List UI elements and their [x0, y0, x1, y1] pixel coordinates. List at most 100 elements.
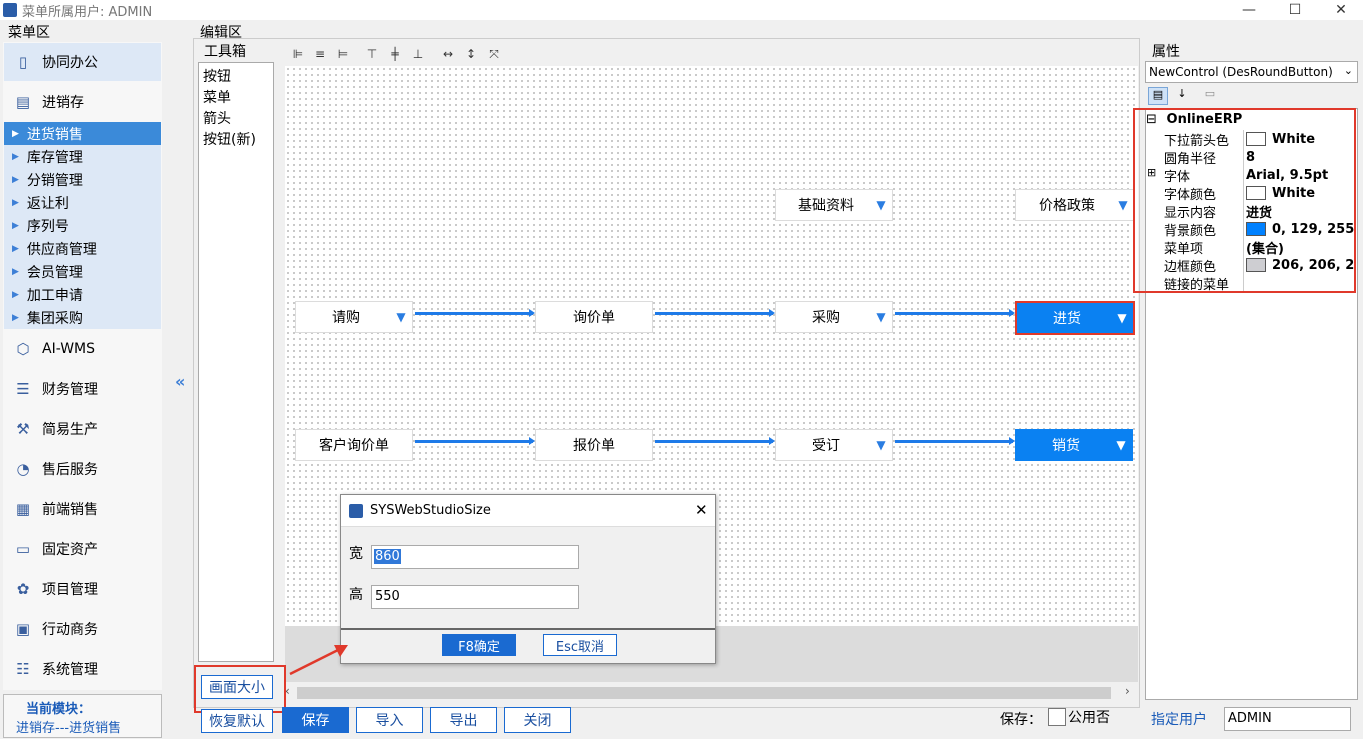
submenu-item[interactable]: ▶ 集团采购 — [4, 306, 161, 329]
flow-arrow[interactable] — [655, 309, 775, 317]
restore-default-button[interactable]: 恢复默认 — [201, 709, 273, 733]
node-label: 基础资料 — [798, 198, 854, 214]
submenu-item[interactable]: ▶ 分销管理 — [4, 168, 161, 191]
align-bottom-icon[interactable]: ⊥ — [410, 46, 426, 62]
toolbox-item[interactable]: 菜单 — [199, 86, 273, 107]
menu-item-label: AI-WMS — [42, 341, 95, 357]
menu-item-label: 固定资产 — [42, 542, 98, 558]
menu-item-frontsales[interactable]: ▦ 前端销售 — [4, 490, 161, 528]
align-right-icon[interactable]: ⊨ — [335, 46, 351, 62]
toolbox-item[interactable]: 按钮(新) — [199, 128, 273, 149]
node-label: 客户询价单 — [319, 438, 389, 454]
node-inquiry[interactable]: 询价单 — [535, 301, 653, 333]
menu-item-label: 售后服务 — [42, 462, 98, 478]
menu-item-label: 进销存 — [42, 95, 84, 111]
properties-label: 属性 — [1152, 44, 1180, 60]
align-center-icon[interactable]: ≡ — [312, 46, 328, 62]
book-icon: ▤ — [15, 93, 31, 111]
scroll-thumb[interactable] — [297, 687, 1111, 699]
node-price-policy[interactable]: 价格政策 ▼ — [1015, 189, 1135, 221]
menu-item-label: 系统管理 — [42, 662, 98, 678]
submenu-item[interactable]: ▶ 会员管理 — [4, 260, 161, 283]
same-width-icon[interactable]: ↔ — [440, 46, 456, 62]
same-size-icon[interactable]: ⤧ — [486, 46, 502, 62]
dialog-close-icon[interactable]: ✕ — [695, 501, 708, 519]
assign-user-value: ADMIN — [1228, 711, 1272, 726]
scroll-right-icon[interactable]: › — [1125, 684, 1130, 698]
public-checkbox[interactable] — [1048, 708, 1066, 726]
object-selector[interactable]: NewControl (DesRoundButton) ⌄ — [1145, 61, 1358, 83]
submenu-item[interactable]: ▶ 返让利 — [4, 191, 161, 214]
node-label: 价格政策 — [1039, 198, 1095, 214]
flow-arrow[interactable] — [895, 309, 1015, 317]
dialog-titlebar: SYSWebStudioSize ✕ — [341, 495, 715, 527]
dialog-ok-button[interactable]: F8确定 — [442, 634, 516, 656]
submenu-item[interactable]: ▶ 进货销售 — [4, 122, 161, 145]
menu-item-jxc[interactable]: ▤ 进销存 — [4, 83, 161, 121]
submenu-item[interactable]: ▶ 序列号 — [4, 214, 161, 237]
categorized-icon[interactable]: ▤ — [1148, 87, 1168, 105]
save-label: 保存： — [1000, 712, 1042, 728]
submenu-item[interactable]: ▶ 加工申请 — [4, 283, 161, 306]
triangle-right-icon: ▶ — [12, 220, 19, 231]
node-order[interactable]: 受订 ▼ — [775, 429, 893, 461]
align-left-icon[interactable]: ⊫ — [290, 46, 306, 62]
triangle-right-icon: ▶ — [12, 197, 19, 208]
toolbox-item[interactable]: 箭头 — [199, 107, 273, 128]
save-button[interactable]: 保存 — [282, 707, 349, 733]
menu-item-production[interactable]: ⚒ 简易生产 — [4, 410, 161, 448]
flow-arrow[interactable] — [655, 437, 775, 445]
dropdown-arrow-icon: ▼ — [396, 310, 406, 324]
canvas-size-button[interactable]: 画面大小 — [201, 675, 273, 699]
height-input[interactable]: 550 — [371, 585, 579, 609]
node-quotation[interactable]: 报价单 — [535, 429, 653, 461]
dropdown-arrow-icon: ▼ — [876, 438, 886, 452]
maximize-icon[interactable]: ☐ — [1272, 0, 1318, 20]
import-button[interactable]: 导入 — [356, 707, 423, 733]
chevron-down-icon: ⌄ — [1343, 64, 1353, 77]
toolbox-item[interactable]: 按钮 — [199, 63, 273, 86]
object-selector-value: NewControl (DesRoundButton) — [1149, 65, 1333, 79]
close-icon[interactable]: ✕ — [1318, 0, 1363, 20]
dialog-cancel-button[interactable]: Esc取消 — [543, 634, 617, 656]
menu-item-collab[interactable]: ▯ 协同办公 — [4, 43, 161, 81]
close-button[interactable]: 关闭 — [504, 707, 571, 733]
export-button[interactable]: 导出 — [430, 707, 497, 733]
node-sales[interactable]: 销货 ▼ — [1015, 429, 1133, 461]
align-top-icon[interactable]: ⊤ — [364, 46, 380, 62]
submenu-item[interactable]: ▶ 库存管理 — [4, 145, 161, 168]
sort-az-icon[interactable]: ↓ — [1172, 87, 1192, 105]
menu-item-assets[interactable]: ▭ 固定资产 — [4, 530, 161, 568]
flow-arrow[interactable] — [415, 309, 535, 317]
node-label: 询价单 — [573, 310, 615, 326]
menu-item-aiwms[interactable]: ⬡ AI-WMS — [4, 330, 161, 368]
horizontal-scrollbar[interactable]: ‹ › — [285, 684, 1138, 702]
minimize-icon[interactable]: — — [1226, 0, 1272, 20]
node-stock-in[interactable]: 进货 ▼ — [1015, 301, 1135, 335]
node-request[interactable]: 请购 ▼ — [295, 301, 413, 333]
assign-user-input[interactable]: ADMIN — [1224, 707, 1351, 731]
submenu-item[interactable]: ▶ 供应商管理 — [4, 237, 161, 260]
menu-item-service[interactable]: ◔ 售后服务 — [4, 450, 161, 488]
align-middle-icon[interactable]: ╪ — [387, 46, 403, 62]
align-toolbar — [278, 42, 1138, 64]
dropdown-arrow-icon: ▼ — [1117, 311, 1127, 325]
toolbox-label: 工具箱 — [204, 44, 246, 60]
same-height-icon[interactable]: ↕ — [463, 46, 479, 62]
menu-item-project[interactable]: ✿ 项目管理 — [4, 570, 161, 608]
property-pages-icon[interactable]: ▭ — [1200, 87, 1220, 105]
collapse-sidebar-icon[interactable]: « — [175, 372, 185, 391]
flow-arrow[interactable] — [895, 437, 1015, 445]
menu-item-mobile[interactable]: ▣ 行动商务 — [4, 610, 161, 648]
menu-area-label: 菜单区 — [8, 25, 50, 41]
flow-arrow[interactable] — [415, 437, 535, 445]
node-purchase[interactable]: 采购 ▼ — [775, 301, 893, 333]
submenu-label: 序列号 — [26, 218, 69, 235]
node-basic-data[interactable]: 基础资料 ▼ — [775, 189, 893, 221]
menu-item-finance[interactable]: ☰ 财务管理 — [4, 370, 161, 408]
node-label: 受订 — [812, 438, 840, 454]
width-input[interactable]: 860 — [371, 545, 579, 569]
menu-item-system[interactable]: ☷ 系统管理 — [4, 650, 161, 688]
submenu-label: 加工申请 — [26, 287, 83, 304]
node-customer-inquiry[interactable]: 客户询价单 — [295, 429, 413, 461]
